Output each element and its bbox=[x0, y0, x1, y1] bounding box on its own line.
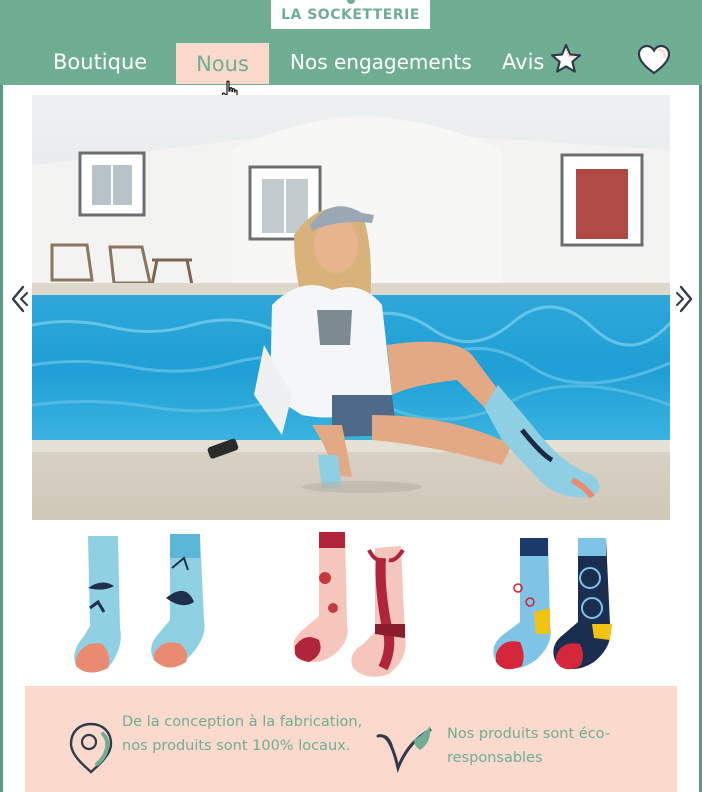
nav-item-boutique[interactable]: Boutique bbox=[53, 41, 147, 82]
location-pin-icon bbox=[69, 722, 113, 774]
site-header: LA SOCKETTERIE Boutique Nous Nos engagem… bbox=[0, 0, 702, 85]
heart-icon[interactable] bbox=[636, 44, 672, 76]
vegan-icon bbox=[376, 726, 432, 774]
product-lobster-socks[interactable] bbox=[283, 528, 433, 680]
brand-logo-text: LA SOCKETTERIE bbox=[281, 6, 420, 23]
feature-local-text: De la conception à la fabrication, nos p… bbox=[122, 714, 363, 754]
feature-eco-text: Nos produits sont éco-responsables bbox=[447, 726, 611, 766]
star-icon[interactable] bbox=[549, 42, 583, 76]
chevron-left-icon[interactable] bbox=[9, 284, 31, 314]
nav-item-avis[interactable]: Avis bbox=[502, 41, 544, 82]
product-bicycle-socks[interactable] bbox=[482, 528, 632, 680]
nav-item-nos-engagements[interactable]: Nos engagements bbox=[290, 41, 472, 82]
hero-illustration bbox=[32, 95, 670, 520]
brand-logo[interactable]: LA SOCKETTERIE bbox=[271, 0, 430, 29]
hero-photo bbox=[32, 95, 670, 520]
nav-item-nous[interactable]: Nous bbox=[176, 43, 269, 84]
product-ocean-whale-socks[interactable] bbox=[68, 528, 218, 680]
chevron-right-icon[interactable] bbox=[673, 284, 695, 314]
